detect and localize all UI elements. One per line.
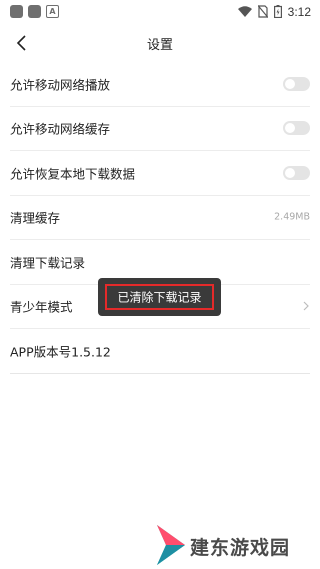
watermark-text: 建东游戏园	[190, 537, 291, 559]
page-title: 设置	[146, 38, 173, 53]
toast: 已清除下载记录	[98, 278, 221, 316]
setting-label: 允许恢复本地下载数据	[10, 166, 136, 182]
status-bar: A 3:12	[0, 0, 320, 24]
setting-mobile-play: 允许移动网络播放	[10, 62, 310, 107]
app-icon	[10, 5, 23, 18]
setting-app-version: APP版本号1.5.12	[10, 329, 310, 374]
setting-label: 青少年模式	[10, 299, 73, 315]
top-bar: 设置	[0, 26, 320, 60]
setting-mobile-cache: 允许移动网络缓存	[10, 107, 310, 151]
settings-list: 允许移动网络播放 允许移动网络缓存 允许恢复本地下载数据 清理缓存 2.49MB…	[10, 62, 310, 374]
setting-label: 允许移动网络缓存	[10, 121, 111, 137]
app-icon	[28, 5, 41, 18]
toast-message: 已清除下载记录	[117, 290, 202, 305]
watermark: 建东游戏园	[152, 523, 317, 567]
watermark-logo-icon	[157, 525, 185, 565]
notification-icons: A	[10, 5, 59, 18]
cache-size: 2.49MB	[274, 211, 310, 223]
setting-clear-cache[interactable]: 清理缓存 2.49MB	[10, 196, 310, 240]
no-sim-icon	[257, 5, 268, 18]
chevron-right-icon	[303, 301, 309, 311]
battery-icon	[273, 5, 282, 18]
restore-downloads-toggle[interactable]	[283, 165, 310, 180]
system-icons: 3:12	[237, 3, 311, 20]
wifi-icon	[237, 6, 252, 17]
setting-label: 允许移动网络播放	[10, 77, 111, 93]
clock: 3:12	[287, 4, 311, 19]
text-app-icon: A	[46, 5, 59, 18]
setting-restore-downloads: 允许恢复本地下载数据	[10, 151, 310, 196]
setting-label: 清理下载记录	[10, 255, 86, 271]
mobile-cache-toggle[interactable]	[283, 121, 310, 136]
toggle-knob	[285, 167, 295, 178]
setting-label: APP版本号1.5.12	[10, 344, 111, 360]
toggle-knob	[285, 78, 295, 89]
mobile-play-toggle[interactable]	[283, 76, 310, 91]
setting-label: 清理缓存	[10, 210, 61, 226]
toggle-knob	[285, 123, 295, 134]
